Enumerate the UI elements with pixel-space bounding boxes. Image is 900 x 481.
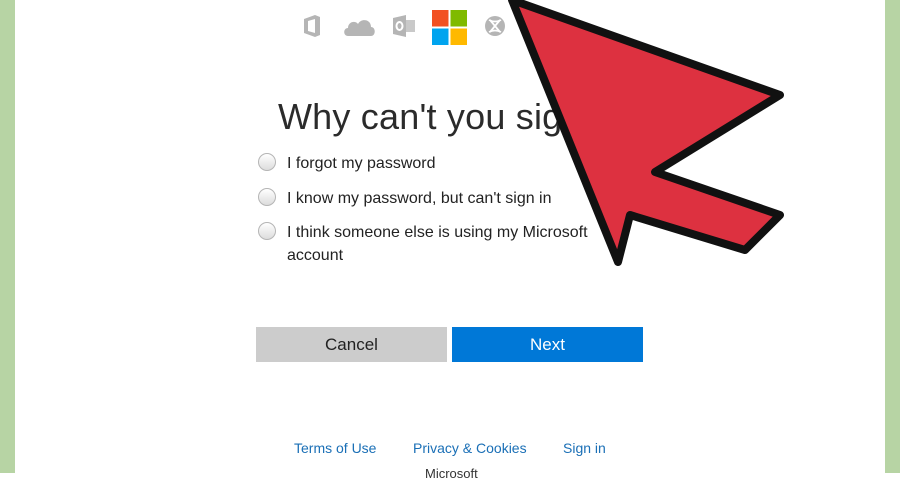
option-label: I think someone else is using my Microso… [287,224,588,264]
radio-cant-sign-in[interactable] [258,188,276,206]
xbox-icon [485,16,505,36]
footer-brand: Microsoft [425,466,478,481]
privacy-cookies-link[interactable]: Privacy & Cookies [413,440,527,456]
cancel-button[interactable]: Cancel [256,327,447,362]
office-icon [304,15,320,37]
radio-someone-else[interactable] [258,222,276,240]
option-cant-sign-in[interactable]: I know my password, but can't sign in [258,187,607,210]
option-forgot-password[interactable]: I forgot my password [258,152,607,175]
page-title: Why can't you sig [278,96,563,138]
onedrive-icon [344,20,375,36]
option-someone-else[interactable]: I think someone else is using my Microso… [258,221,607,267]
option-label: I forgot my password [287,155,436,172]
sign-in-link[interactable]: Sign in [563,440,606,456]
left-border [0,0,15,473]
microsoft-logo-icon [432,10,467,45]
terms-of-use-link[interactable]: Terms of Use [294,440,376,456]
next-button[interactable]: Next [452,327,643,362]
option-label: I know my password, but can't sign in [287,190,552,207]
right-border [885,0,900,473]
radio-forgot-password[interactable] [258,153,276,171]
outlook-icon [393,15,415,37]
